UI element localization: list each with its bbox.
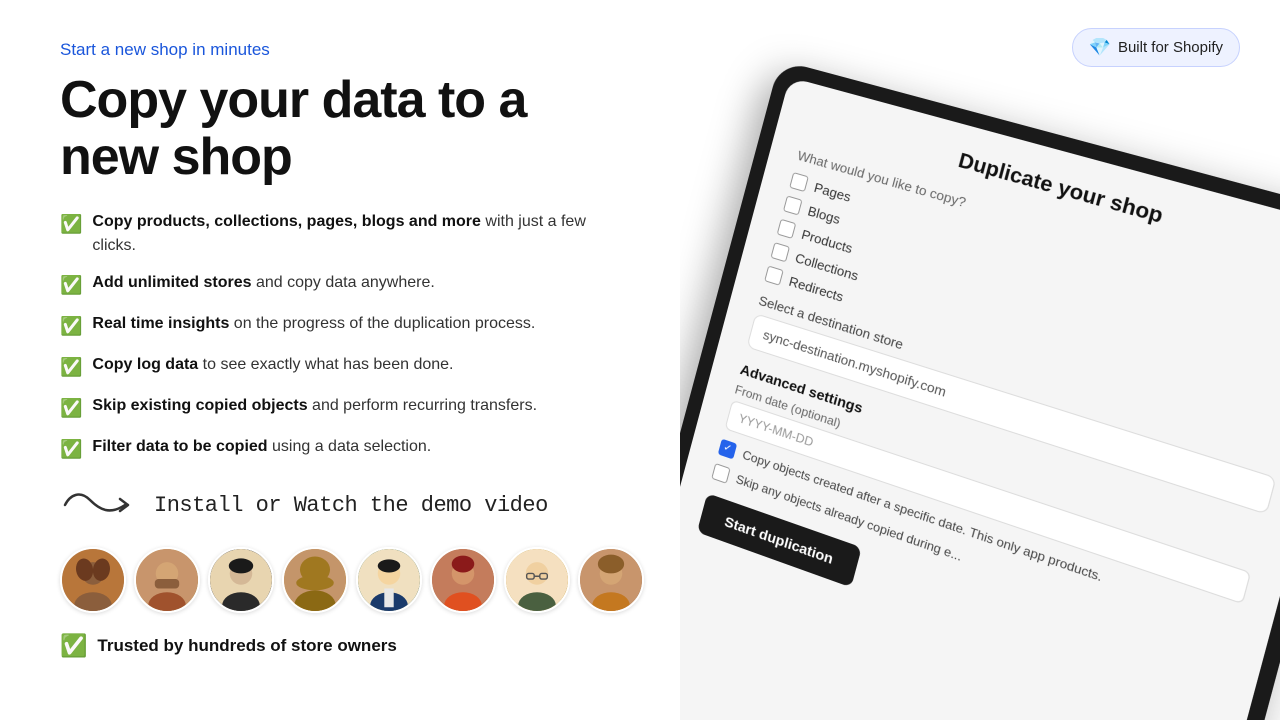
- avatar: [134, 547, 200, 613]
- checkbox-input[interactable]: [783, 195, 803, 215]
- checkbox-label: Pages: [813, 179, 853, 204]
- main-title: Copy your data to a new shop: [60, 72, 630, 186]
- check-icon: ✅: [60, 211, 82, 238]
- avatar: [356, 547, 422, 613]
- list-item: ✅ Real time insights on the progress of …: [60, 312, 630, 340]
- check-icon: ✅: [60, 272, 82, 299]
- arrow-icon: [60, 485, 140, 525]
- feature-bold: Add unlimited stores: [92, 274, 251, 291]
- tablet-mockup: Duplicate your shop What would you like …: [680, 60, 1280, 720]
- right-panel: 💎 Built for Shopify Duplicate your shop …: [680, 0, 1280, 720]
- checkbox-label: Blogs: [806, 203, 842, 227]
- checkbox-input[interactable]: [789, 172, 809, 192]
- badge-label: Built for Shopify: [1118, 39, 1223, 56]
- check-icon: ✅: [60, 313, 82, 340]
- list-item: ✅ Add unlimited stores and copy data any…: [60, 271, 630, 299]
- avatar: [578, 547, 644, 613]
- avatar: [282, 547, 348, 613]
- trusted-text: Trusted by hundreds of store owners: [97, 636, 396, 656]
- feature-text: Skip existing copied objects and perform…: [92, 394, 537, 418]
- list-item: ✅ Filter data to be copied using a data …: [60, 435, 630, 463]
- feature-text: Add unlimited stores and copy data anywh…: [92, 271, 434, 295]
- feature-bold: Filter data to be copied: [92, 438, 267, 455]
- avatar: [60, 547, 126, 613]
- feature-text: Copy products, collections, pages, blogs…: [92, 210, 630, 258]
- avatar: [208, 547, 274, 613]
- feature-bold: Copy log data: [92, 356, 198, 373]
- subtitle: Start a new shop in minutes: [60, 40, 630, 60]
- checkbox-input[interactable]: [711, 463, 730, 484]
- avatar: [430, 547, 496, 613]
- trusted-icon: ✅: [60, 633, 87, 659]
- avatars-row: [60, 547, 630, 613]
- feature-bold: Copy products, collections, pages, blogs…: [92, 213, 481, 230]
- checkbox-input[interactable]: [777, 219, 797, 239]
- feature-bold: Real time insights: [92, 315, 229, 332]
- checkbox-checked[interactable]: ✓: [718, 439, 737, 460]
- left-panel: Start a new shop in minutes Copy your da…: [0, 0, 680, 720]
- demo-section: Install or Watch the demo video: [60, 485, 630, 525]
- trusted-row: ✅ Trusted by hundreds of store owners: [60, 633, 630, 659]
- checkbox-input[interactable]: [764, 265, 784, 285]
- list-item: ✅ Copy products, collections, pages, blo…: [60, 210, 630, 258]
- tablet-outer: Duplicate your shop What would you like …: [680, 60, 1280, 720]
- avatar: [504, 547, 570, 613]
- list-item: ✅ Copy log data to see exactly what has …: [60, 353, 630, 381]
- shopify-badge: 💎 Built for Shopify: [1072, 28, 1240, 67]
- list-item: ✅ Skip existing copied objects and perfo…: [60, 394, 630, 422]
- feature-text: Filter data to be copied using a data se…: [92, 435, 431, 459]
- gem-icon: 💎: [1089, 37, 1111, 58]
- feature-bold: Skip existing copied objects: [92, 397, 307, 414]
- demo-text: Install or Watch the demo video: [154, 493, 548, 518]
- tablet-inner: Duplicate your shop What would you like …: [680, 77, 1280, 720]
- check-icon: ✅: [60, 354, 82, 381]
- check-icon: ✅: [60, 436, 82, 463]
- features-list: ✅ Copy products, collections, pages, blo…: [60, 210, 630, 463]
- checkbox-input[interactable]: [770, 242, 790, 262]
- feature-text: Real time insights on the progress of th…: [92, 312, 535, 336]
- check-icon: ✅: [60, 395, 82, 422]
- feature-text: Copy log data to see exactly what has be…: [92, 353, 453, 377]
